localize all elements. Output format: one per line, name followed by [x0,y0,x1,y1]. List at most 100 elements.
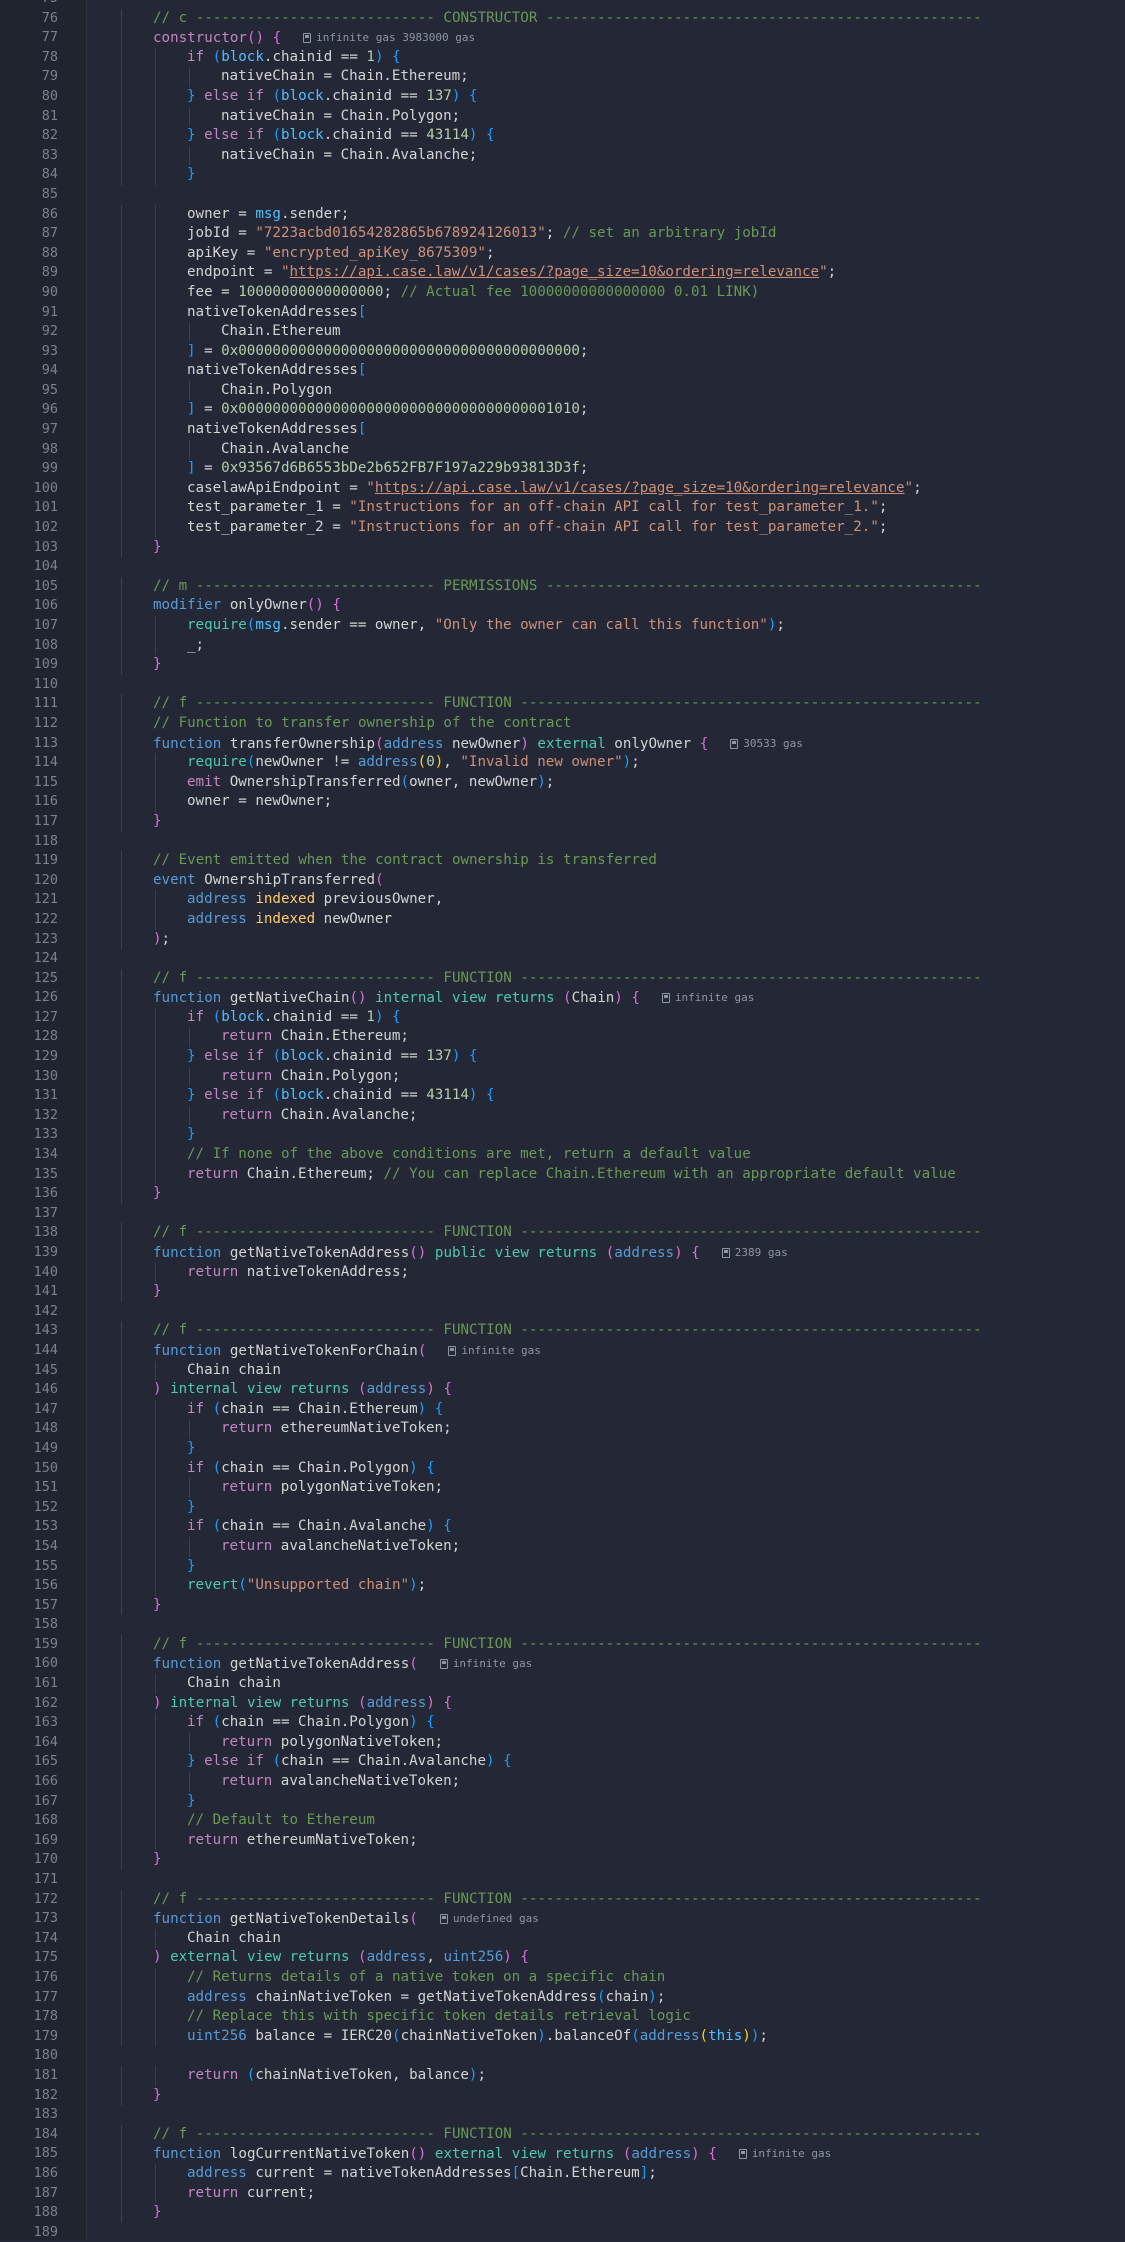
code-text[interactable]: event OwnershipTransferred( [153,871,384,891]
code-text[interactable]: if (block.chainid == 1) { [187,48,401,68]
code-line[interactable]: 110 [0,675,1125,695]
code-text[interactable]: // Default to Ethereum [187,1811,375,1831]
code-line[interactable]: 144 function getNativeTokenForChain(infin… [0,1340,1125,1361]
code-text[interactable]: Chain chain [187,1929,281,1949]
code-text[interactable]: ) internal view returns (address) { [153,1694,452,1714]
code-text[interactable]: revert("Unsupported chain"); [187,1576,426,1596]
code-line[interactable]: 107 require(msg.sender == owner, "Only th… [0,616,1125,636]
code-line[interactable]: 76 // c ---------------------------- CONS… [0,8,1125,29]
code-line[interactable]: 166 return avalancheNativeToken; [0,1772,1125,1792]
code-text[interactable]: nativeTokenAddresses[ [187,420,366,440]
code-text[interactable]: fee = 10000000000000000; // Actual fee 1… [187,283,759,303]
code-text[interactable]: return ethereumNativeToken; [187,1831,418,1851]
code-text[interactable]: if (block.chainid == 1) { [187,1008,401,1028]
code-line[interactable]: 80} else if (block.chainid == 137) { [0,86,1125,107]
code-text[interactable]: nativeChain = Chain.Avalanche; [221,146,477,166]
code-line[interactable]: 165} else if (chain == Chain.Avalanche) … [0,1752,1125,1773]
code-line[interactable]: 129} else if (block.chainid == 137) { [0,1047,1125,1067]
code-text[interactable]: // m ---------------------------- PERMIS… [153,577,982,597]
code-text[interactable]: caselawApiEndpoint = "https://api.case.l… [187,479,922,499]
code-text[interactable]: return avalancheNativeToken; [221,1537,460,1557]
code-line[interactable]: 83 nativeChain = Chain.Avalanche; [0,145,1125,166]
code-text[interactable]: // f ---------------------------- FUNCTI… [153,1321,982,1341]
code-text[interactable]: return current; [187,2184,315,2204]
code-line[interactable]: 169 return ethereumNativeToken; [0,1830,1125,1851]
code-text[interactable]: ) internal view returns (address) { [153,1380,452,1400]
code-line[interactable]: 93] = 0x00000000000000000000000000000000… [0,341,1125,362]
code-text[interactable]: Chain chain [187,1674,281,1694]
code-text[interactable]: address indexed newOwner [187,910,392,930]
code-line[interactable]: 187 return current; [0,2183,1125,2204]
code-text[interactable]: owner = newOwner; [187,792,332,812]
code-text[interactable]: nativeTokenAddresses[ [187,303,366,323]
code-line[interactable]: 91 nativeTokenAddresses[ [0,302,1125,323]
code-line[interactable]: 180 [0,2046,1125,2066]
code-line[interactable]: 87 jobId = "7223acbd01654282865b678924126… [0,224,1125,244]
code-line[interactable]: 103} [0,537,1125,558]
code-text[interactable]: } [187,1498,196,1518]
code-text[interactable]: return Chain.Polygon; [221,1067,400,1087]
code-text[interactable]: // f ---------------------------- FUNCTI… [153,969,982,989]
code-line[interactable]: 172 // f ---------------------------- FUN… [0,1889,1125,1910]
code-text[interactable]: } [153,812,162,832]
code-line[interactable]: 138 // f ---------------------------- FUN… [0,1223,1125,1243]
code-line[interactable]: 140 return nativeTokenAddress; [0,1262,1125,1283]
gas-estimate-badge[interactable]: infinite gas [738,2147,831,2160]
code-text[interactable]: constructor() {infinite gas 3983000 gas [153,28,475,48]
code-line[interactable]: 131} else if (block.chainid == 43114) { [0,1086,1125,1106]
code-text[interactable]: test_parameter_2 = "Instructions for an … [187,518,887,538]
code-editor[interactable]: 7576 // c ---------------------------- CO… [0,0,1125,2240]
code-line[interactable]: 136} [0,1184,1125,1204]
code-line[interactable]: 159 // f ---------------------------- FUN… [0,1634,1125,1655]
code-text[interactable]: return polygonNativeToken; [221,1733,443,1753]
code-text[interactable]: function getNativeChain() internal view … [153,988,754,1008]
code-line[interactable]: 177 address chainNativeToken = getNativeT… [0,1987,1125,2008]
code-text[interactable]: // f ---------------------------- FUNCTI… [153,1635,982,1655]
code-text[interactable]: Chain.Polygon [221,381,332,401]
code-text[interactable]: endpoint = "https://api.case.law/v1/case… [187,263,836,283]
code-text[interactable]: } [153,538,162,558]
code-line[interactable]: 77 constructor() {infinite gas 3983000 ga… [0,28,1125,48]
code-line[interactable]: 150 if (chain == Chain.Polygon) { [0,1458,1125,1479]
code-text[interactable]: function transferOwnership(address newOw… [153,734,803,754]
code-line[interactable]: 85 [0,185,1125,205]
code-line[interactable]: 148 return ethereumNativeToken; [0,1419,1125,1439]
code-line[interactable]: 126 function getNativeChain() internal vi… [0,988,1125,1008]
code-text[interactable]: } [187,165,196,185]
code-text[interactable]: apiKey = "encrypted_apiKey_8675309"; [187,244,495,264]
code-line[interactable]: 141} [0,1282,1125,1302]
code-text[interactable]: } else if (block.chainid == 43114) { [187,1086,495,1106]
code-line[interactable]: 88 apiKey = "encrypted_apiKey_8675309"; [0,243,1125,264]
code-line[interactable]: 78 if (block.chainid == 1) { [0,47,1125,68]
code-text[interactable]: return polygonNativeToken; [221,1478,443,1498]
code-line[interactable]: 111 // f ---------------------------- FUN… [0,694,1125,714]
code-line[interactable]: 146) internal view returns (address) { [0,1380,1125,1400]
code-text[interactable]: function getNativeTokenAddress() public … [153,1243,788,1263]
code-line[interactable]: 149} [0,1438,1125,1459]
code-line[interactable]: 164 return polygonNativeToken; [0,1732,1125,1753]
code-text[interactable]: uint256 balance = IERC20(chainNativeToke… [187,2027,768,2047]
code-text[interactable]: return Chain.Ethereum; // You can replac… [187,1165,956,1185]
code-line[interactable]: 117} [0,811,1125,832]
code-line[interactable]: 139 function getNativeTokenAddress() publ… [0,1243,1125,1263]
code-line[interactable]: 99] = 0x93567d6B6553bDe2b652FB7F197a229b… [0,459,1125,479]
code-text[interactable]: address chainNativeToken = getNativeToke… [187,1988,665,2008]
code-text[interactable]: function getNativeTokenForChain(infinite… [153,1341,541,1361]
code-line[interactable]: 155} [0,1556,1125,1577]
code-text[interactable]: return Chain.Avalanche; [221,1106,417,1126]
code-line[interactable]: 163 if (chain == Chain.Polygon) { [0,1713,1125,1733]
code-text[interactable]: } [153,1596,162,1616]
gas-estimate-badge[interactable]: infinite gas [448,1344,541,1357]
code-text[interactable]: // Replace this with specific token deta… [187,2007,691,2027]
code-text[interactable]: // f ---------------------------- FUNCTI… [153,694,982,714]
code-line[interactable]: 183 [0,2105,1125,2125]
code-text[interactable]: jobId = "7223acbd01654282865b67892412601… [187,224,776,244]
code-text[interactable]: } [153,655,162,675]
gas-estimate-badge[interactable]: infinite gas [439,1657,532,1670]
code-text[interactable]: ); [153,930,170,950]
code-text[interactable]: return (chainNativeToken, balance); [187,2066,486,2086]
code-line[interactable]: 119 // Event emitted when the contract ow… [0,851,1125,871]
code-line[interactable]: 123); [0,929,1125,950]
code-line[interactable]: 101 test_parameter_1 = "Instructions for … [0,498,1125,519]
code-text[interactable]: // f ---------------------------- FUNCTI… [153,1223,982,1243]
